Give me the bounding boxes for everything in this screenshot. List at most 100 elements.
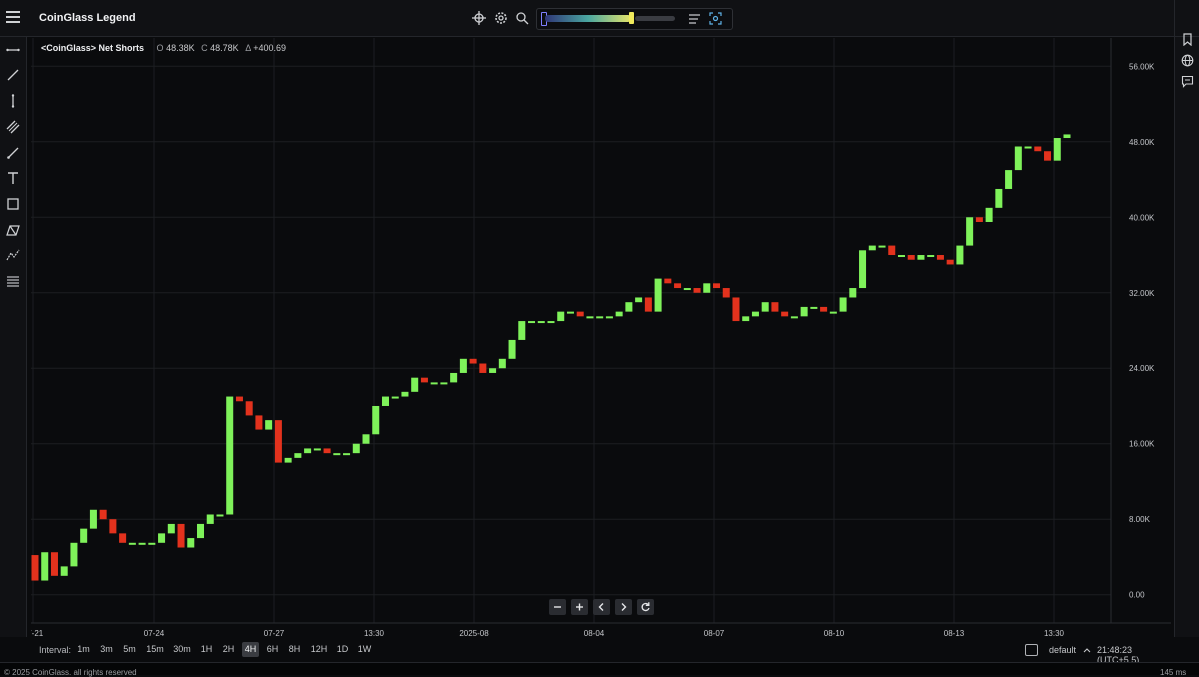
candle (323, 448, 331, 454)
zoom-in-button[interactable] (571, 599, 588, 615)
candle (206, 514, 214, 524)
interval-8h[interactable]: 8H (286, 642, 303, 657)
candle (479, 363, 487, 373)
candle (420, 377, 428, 383)
vertical-line-icon[interactable] (6, 94, 20, 108)
candle (761, 302, 769, 312)
comment-icon[interactable] (1181, 75, 1194, 88)
x-tick-label: 07-27 (264, 629, 285, 638)
candle (615, 311, 623, 317)
candle (878, 245, 886, 248)
menu-icon[interactable] (6, 11, 20, 23)
reset-button[interactable] (637, 599, 654, 615)
crosshair-icon[interactable] (472, 11, 486, 25)
interval-6h[interactable]: 6H (264, 642, 281, 657)
candle (450, 372, 458, 383)
path-icon[interactable] (6, 248, 20, 262)
candle (265, 420, 273, 430)
filter-list-icon[interactable] (688, 13, 701, 25)
interval-15m[interactable]: 15m (144, 642, 166, 657)
interval-1w[interactable]: 1W (356, 642, 373, 657)
range-track[interactable] (635, 16, 675, 21)
x-tick-label: 13:30 (1044, 629, 1065, 638)
candle (751, 311, 759, 317)
candle (489, 368, 497, 373)
range-end-handle[interactable] (629, 12, 634, 24)
y-tick-label: 40.00K (1129, 213, 1155, 222)
y-tick-label: 24.00K (1129, 364, 1155, 373)
fib-levels-icon[interactable] (6, 274, 20, 288)
candle (771, 302, 779, 312)
search-icon[interactable] (515, 11, 529, 25)
candle (576, 311, 584, 317)
candle (518, 321, 526, 340)
candle (654, 278, 662, 312)
series-name: <CoinGlass> Net Shorts (41, 43, 145, 53)
candle (80, 528, 88, 543)
interval-12h[interactable]: 12H (308, 642, 330, 657)
copyright: © 2025 CoinGlass. all rights reserved (4, 668, 137, 677)
x-tick-label: 08-13 (944, 629, 965, 638)
interval-3m[interactable]: 3m (98, 642, 115, 657)
interval-bar: Interval: 1m 3m 5m 15m 30m 1H 2H 4H 6H 8… (31, 641, 1171, 665)
parallel-channel-icon[interactable] (6, 120, 20, 134)
right-toolbar (1174, 33, 1199, 637)
pattern-icon[interactable] (6, 223, 20, 237)
settings-gear-icon[interactable] (494, 11, 508, 25)
candle (790, 316, 798, 319)
scroll-right-button[interactable] (615, 599, 632, 615)
screenshot-icon[interactable] (709, 12, 722, 25)
interval-1h[interactable]: 1H (198, 642, 215, 657)
candle (226, 396, 234, 515)
scroll-left-button[interactable] (593, 599, 610, 615)
latency: 145 ms (1160, 668, 1187, 677)
candle (528, 321, 536, 324)
candle (1014, 146, 1022, 171)
interval-4h[interactable]: 4H (242, 642, 259, 657)
rectangle-icon[interactable] (6, 197, 20, 211)
minus-icon (554, 606, 561, 608)
interval-1m[interactable]: 1m (75, 642, 92, 657)
x-tick-label: 07-21 (31, 629, 44, 638)
candle (810, 306, 818, 309)
candle (381, 396, 389, 406)
candle (1053, 138, 1061, 161)
candle (946, 259, 954, 265)
candle (70, 542, 78, 567)
text-icon[interactable] (6, 171, 20, 185)
x-tick-label: 13:30 (364, 629, 385, 638)
interval-5m[interactable]: 5m (121, 642, 138, 657)
layout-select[interactable]: default (1049, 645, 1091, 655)
candle (401, 391, 409, 397)
interval-1d[interactable]: 1D (334, 642, 351, 657)
candle (372, 405, 380, 435)
horizontal-line-icon[interactable] (6, 43, 20, 57)
candle (304, 448, 312, 454)
interval-2h[interactable]: 2H (220, 642, 237, 657)
interval-30m[interactable]: 30m (171, 642, 193, 657)
candle (167, 523, 175, 534)
scale-checkbox[interactable] (1025, 644, 1038, 656)
ray-icon[interactable] (6, 146, 20, 160)
bookmark-icon[interactable] (1181, 33, 1194, 46)
trend-line-icon[interactable] (6, 68, 20, 82)
candlestick-chart[interactable]: 56.00K 48.00K 40.00K 32.00K 24.00K 16.00K 8.00… (23, 38, 1171, 639)
candle (547, 321, 555, 324)
close-label: C (201, 43, 208, 53)
candle (197, 523, 205, 539)
globe-icon[interactable] (1181, 54, 1194, 67)
y-tick-label: 8.00K (1129, 515, 1151, 524)
candle (956, 245, 964, 265)
interval-label: Interval: (39, 645, 72, 655)
chart-area[interactable]: 56.00K 48.00K 40.00K 32.00K 24.00K 16.00K 8.00… (23, 38, 1171, 639)
candle (89, 509, 97, 529)
open-label: O (156, 43, 164, 53)
candle (430, 382, 438, 385)
candle (1063, 134, 1071, 139)
candle (216, 514, 224, 517)
color-range-slider[interactable] (536, 8, 733, 30)
x-tick-label: 08-07 (704, 629, 725, 638)
candle (936, 255, 944, 260)
zoom-out-button[interactable] (549, 599, 566, 615)
candle (138, 542, 146, 545)
